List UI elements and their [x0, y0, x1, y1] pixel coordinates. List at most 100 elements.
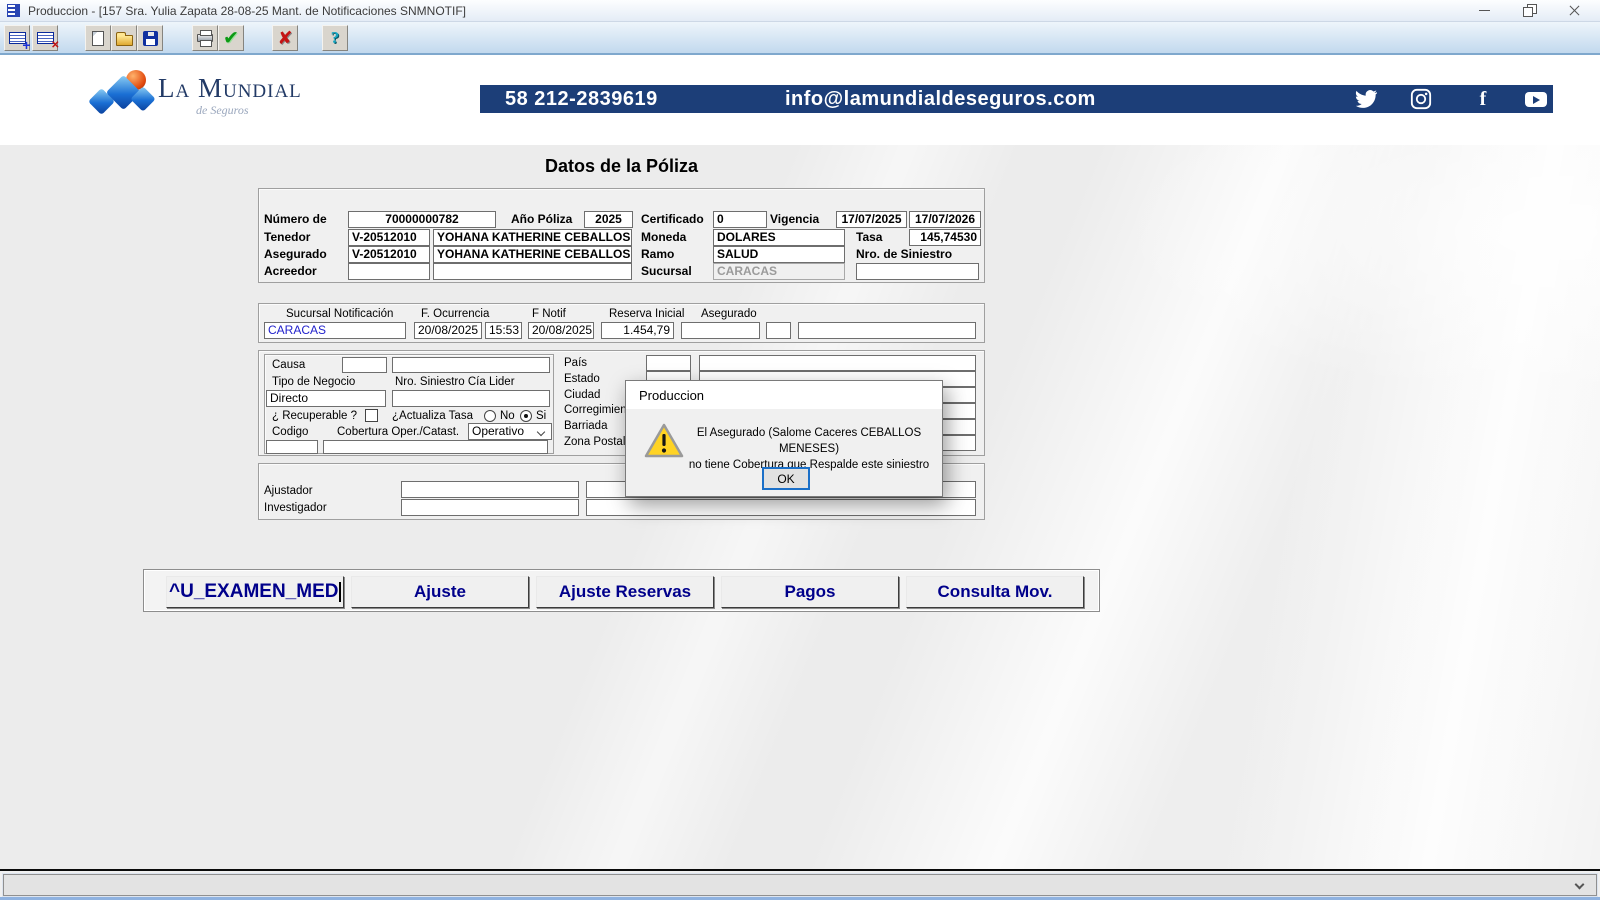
youtube-icon[interactable]	[1523, 87, 1549, 111]
update-rate-no-label: No	[500, 410, 515, 422]
claim-number-field[interactable]	[856, 263, 979, 280]
delete-record-button[interactable]	[32, 25, 58, 51]
initial-reserve-label: Reserva Inicial	[609, 308, 684, 320]
twitter-icon[interactable]	[1353, 87, 1379, 111]
occurrence-date-label: F. Ocurrencia	[421, 308, 489, 320]
validity-label: Vigencia	[770, 212, 819, 226]
update-rate-si-radio[interactable]	[520, 410, 532, 422]
add-record-icon	[9, 32, 26, 44]
pagos-button[interactable]: Pagos	[721, 576, 899, 608]
dialog-message: El Asegurado (Salome Caceres CEBALLOS ME…	[681, 425, 937, 473]
business-type-field[interactable]: Directo	[266, 390, 386, 407]
dialog-title: Produccion	[639, 388, 704, 403]
help-button[interactable]: ?	[322, 25, 348, 51]
notif-insured-id-field[interactable]	[681, 322, 760, 339]
office-field[interactable]: CARACAS	[713, 263, 845, 280]
app-window: Produccion - [157 Sra. Yulia Zapata 28-0…	[0, 0, 1600, 900]
delete-record-icon	[37, 32, 54, 44]
code-label: Codigo	[272, 426, 308, 438]
chevron-down-icon[interactable]	[1575, 880, 1585, 890]
coverage-type-dropdown[interactable]: Operativo	[468, 423, 552, 440]
open-folder-icon	[116, 35, 133, 46]
policy-year-label: Año Póliza	[511, 212, 572, 226]
print-icon	[197, 34, 213, 42]
restore-icon[interactable]	[1510, 0, 1550, 21]
creditor-name-field[interactable]	[433, 263, 632, 280]
open-button[interactable]	[111, 25, 137, 51]
cancel-x-icon: ✘	[277, 28, 292, 49]
currency-label: Moneda	[641, 230, 686, 244]
creditor-id-field[interactable]	[348, 263, 430, 280]
holder-label: Tenedor	[264, 230, 310, 244]
country-name-field[interactable]	[699, 355, 976, 371]
neighborhood-label: Barriada	[564, 420, 607, 432]
leader-claim-field[interactable]	[392, 390, 550, 407]
status-combobox[interactable]	[3, 874, 1597, 896]
validity-from-field[interactable]: 17/07/2025	[836, 211, 907, 228]
claim-number-label: Nro. de Siniestro	[856, 247, 952, 261]
notif-date-field[interactable]: 20/08/2025	[528, 322, 594, 339]
dialog-title-bar[interactable]: Produccion	[626, 381, 942, 409]
validity-to-field[interactable]: 17/07/2026	[909, 211, 981, 228]
currency-field[interactable]: DOLARES	[713, 229, 845, 246]
coverage-field[interactable]	[323, 440, 548, 454]
branch-line-field[interactable]: SALUD	[713, 246, 845, 263]
text-caret	[339, 582, 341, 602]
cancel-button[interactable]: ✘	[272, 25, 298, 51]
warning-dialog: Produccion El Asegurado (Salome Caceres …	[625, 380, 943, 497]
business-type-label: Tipo de Negocio	[272, 376, 355, 388]
consulta-mov-button[interactable]: Consulta Mov.	[906, 576, 1084, 608]
ajuste-reservas-button[interactable]: Ajuste Reservas	[536, 576, 714, 608]
ok-button[interactable]: OK	[762, 467, 810, 490]
notif-office-label: Sucursal Notificación	[286, 308, 393, 320]
update-rate-no-radio[interactable]	[484, 410, 496, 422]
policy-number-field[interactable]: 70000000782	[348, 211, 496, 228]
state-label: Estado	[564, 373, 600, 385]
holder-id-field[interactable]: V-20512010	[348, 229, 430, 246]
occurrence-date-field[interactable]: 20/08/2025	[414, 322, 482, 339]
window-title: Produccion - [157 Sra. Yulia Zapata 28-0…	[28, 4, 466, 18]
notif-office-field[interactable]: CARACAS	[264, 322, 406, 339]
creditor-label: Acreedor	[264, 264, 317, 278]
instagram-icon[interactable]	[1408, 87, 1434, 111]
cause-label: Causa	[272, 359, 305, 371]
action-button-bar: ^U_EXAMEN_MED Ajuste Ajuste Reservas Pag…	[143, 569, 1100, 612]
new-document-button[interactable]	[85, 25, 111, 51]
code-field[interactable]	[266, 440, 318, 454]
investigator-field[interactable]	[401, 499, 579, 516]
add-record-button[interactable]	[4, 25, 30, 51]
policy-number-label: Número de	[264, 212, 327, 226]
warning-icon	[644, 423, 684, 464]
minimize-icon[interactable]	[1464, 0, 1504, 21]
certificate-field[interactable]: 0	[713, 211, 767, 228]
recoverable-checkbox[interactable]	[365, 409, 378, 422]
initial-reserve-field[interactable]: 1.454,79	[601, 322, 674, 339]
adjuster-field[interactable]	[401, 481, 579, 498]
ajuste-button[interactable]: Ajuste	[351, 576, 529, 608]
facebook-icon[interactable]: f	[1470, 87, 1496, 111]
country-code-field[interactable]	[646, 355, 691, 371]
occurrence-time-field[interactable]: 15:53	[485, 322, 522, 339]
update-rate-label: ¿Actualiza Tasa	[392, 410, 473, 422]
print-button[interactable]	[192, 25, 218, 51]
cause-code-field[interactable]	[342, 357, 387, 373]
investigator-name-field[interactable]	[586, 499, 976, 516]
insured-id-field[interactable]: V-20512010	[348, 246, 430, 263]
notif-insured-name-field[interactable]	[798, 322, 976, 339]
close-icon[interactable]	[1554, 0, 1594, 21]
policy-section: Número de 70000000782 Año Póliza 2025 Ce…	[258, 188, 985, 283]
notif-insured-code-field[interactable]	[766, 322, 791, 339]
examen-med-button[interactable]: ^U_EXAMEN_MED	[166, 576, 344, 608]
cause-desc-field[interactable]	[392, 357, 550, 373]
office-label: Sucursal	[641, 264, 692, 278]
policy-year-field[interactable]: 2025	[584, 211, 633, 228]
update-rate-si-label: Si	[536, 410, 546, 422]
phone-number: 58 212-2839619	[505, 88, 658, 111]
confirm-button[interactable]: ✔	[218, 25, 244, 51]
holder-name-field[interactable]: YOHANA KATHERINE CEBALLOS	[433, 229, 632, 246]
logo-tagline: de Seguros	[196, 103, 249, 118]
save-button[interactable]	[137, 25, 163, 51]
rate-field[interactable]: 145,74530	[909, 229, 981, 246]
insured-name-field[interactable]: YOHANA KATHERINE CEBALLOS	[433, 246, 632, 263]
adjuster-label: Ajustador	[264, 485, 313, 497]
